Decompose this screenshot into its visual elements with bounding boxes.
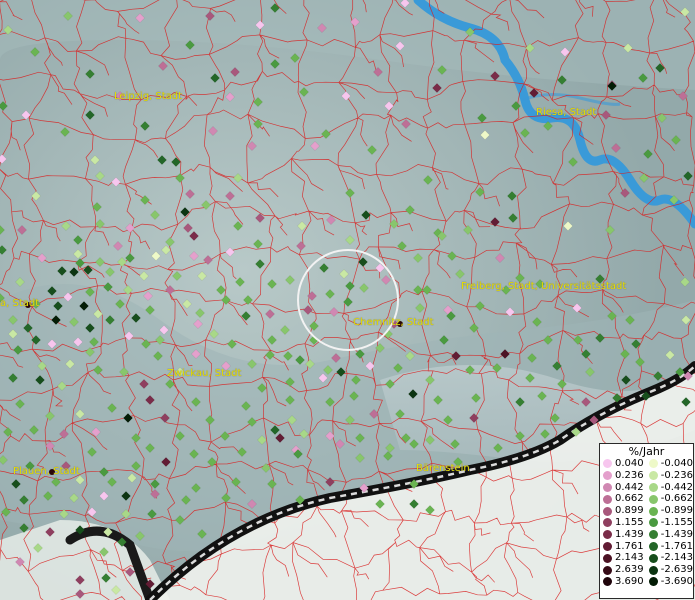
legend-title: %/Jahr [628,445,665,458]
legend-positive-swatch [603,565,612,575]
legend-positive-value: 0.040 [615,458,644,469]
legend-positive-item: 1.439 [600,529,646,541]
legend-positive-item: 2.143 [600,552,646,564]
legend-row: 2.639 -2.639 [600,564,693,576]
legend-negative-swatch [649,541,658,551]
legend-negative-item: -3.690 [646,576,693,588]
legend-row: 3.690 -3.690 [600,576,693,588]
legend-row: 1.155 -1.155 [600,517,693,529]
legend-negative-item: -1.439 [646,529,693,541]
legend-positive-value: 1.761 [615,540,644,552]
legend-negative-swatch [649,506,658,516]
legend-negative-item: -0.040 [646,458,693,470]
city-label-gera-text: Gera, Stadt [0,298,40,309]
legend-negative-value: -2.639 [660,564,693,576]
legend-positive-value: 0.236 [615,469,644,481]
legend-row: 0.899 -0.899 [600,505,693,517]
legend-row: 2.143 -2.143 [600,552,693,564]
legend-negative-item: -0.899 [646,505,693,517]
legend-positive-swatch [603,553,612,563]
legend-row: 0.442 -0.442 [600,482,693,494]
legend-positive-value: 0.899 [615,505,644,517]
legend-rows: 0.040 -0.040 0.236 -0.236 0.442 -0.442 0.662 -0… [600,458,693,588]
legend-negative-swatch [649,553,658,563]
legend-negative-value: -0.236 [660,469,693,481]
legend-positive-value: 2.143 [615,552,644,564]
legend-positive-swatch [603,459,612,469]
legend-negative-item: -0.236 [646,470,693,482]
legend-negative-value: -1.155 [660,516,693,528]
legend-positive-value: 1.155 [615,516,644,528]
legend-positive-value: 0.442 [615,481,644,493]
legend-negative-swatch [649,530,658,540]
legend-positive-value: 2.639 [615,564,644,576]
legend-negative-item: -1.155 [646,517,693,529]
legend-negative-value: -1.439 [660,528,693,540]
legend-positive-swatch [603,530,612,540]
legend-negative-swatch [649,482,658,492]
legend-positive-swatch [603,541,612,551]
legend-positive-item: 0.442 [600,482,646,494]
legend-negative-value: -1.761 [660,540,693,552]
legend-negative-value: -0.899 [660,505,693,517]
legend-positive-value: 3.690 [615,575,644,587]
legend-negative-value: -0.442 [660,481,693,493]
map-view[interactable]: Leipzig, Stadt Riesa, Stadt Freiberg, St… [0,0,695,600]
legend-row: 1.761 -1.761 [600,541,693,553]
legend-positive-swatch [603,518,612,528]
legend-positive-swatch [603,506,612,516]
legend: %/Jahr 0.040 -0.040 0.236 -0.236 0.442 -0.442… [599,443,694,599]
legend-positive-item: 0.236 [600,470,646,482]
city-label-riesa: Riesa, Stadt [536,107,597,118]
legend-negative-swatch [649,494,658,504]
legend-positive-item: 3.690 [600,576,646,588]
legend-row: 0.236 -0.236 [600,470,693,482]
legend-negative-item: -1.761 [646,541,693,553]
city-label-gera: Gera, Stadt [0,298,39,309]
legend-positive-swatch [603,471,612,481]
legend-negative-value: -0.662 [660,493,693,505]
legend-negative-item: -0.662 [646,493,693,505]
city-label-freiberg: Freiberg, Stadt, Universitätsstadt [461,281,627,292]
legend-negative-value: -0.040 [660,458,693,469]
legend-negative-swatch [649,577,658,587]
legend-negative-swatch [649,565,658,575]
legend-negative-item: -0.442 [646,482,693,494]
legend-row: 0.040 -0.040 [600,458,693,470]
legend-positive-item: 0.899 [600,505,646,517]
legend-negative-value: -2.143 [660,552,693,564]
legend-positive-swatch [603,494,612,504]
legend-row: 1.439 -1.439 [600,529,693,541]
legend-positive-item: 2.639 [600,564,646,576]
legend-negative-swatch [649,518,658,528]
legend-negative-item: -2.639 [646,564,693,576]
city-label-plauen: Plauen, Stadt [13,466,80,477]
legend-positive-item: 1.155 [600,517,646,529]
legend-negative-value: -3.690 [660,575,693,587]
legend-positive-swatch [603,482,612,492]
city-label-chemnitz: Chemnitz, Stadt [353,317,434,328]
legend-positive-item: 0.040 [600,458,646,470]
legend-positive-swatch [603,577,612,587]
legend-row: 0.662 -0.662 [600,493,693,505]
legend-positive-item: 0.662 [600,493,646,505]
city-label-leipzig: Leipzig, Stadt [114,91,183,102]
city-label-baerenstein: Bärenstein [416,463,470,474]
legend-negative-swatch [649,459,658,469]
legend-negative-swatch [649,471,658,481]
legend-positive-value: 1.439 [615,528,644,540]
legend-positive-item: 1.761 [600,541,646,553]
city-label-zwickau: Zwickau, Stadt [167,368,242,379]
legend-negative-item: -2.143 [646,552,693,564]
legend-positive-value: 0.662 [615,493,644,505]
